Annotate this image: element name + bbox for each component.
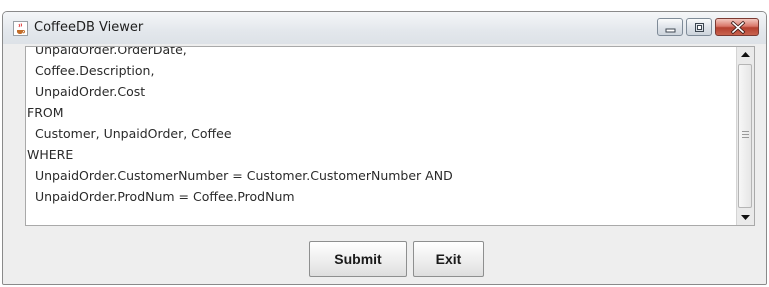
java-cup-icon: [13, 21, 28, 36]
content-pane: UnpaidOrder.OrderDate, Coffee.Descriptio…: [3, 44, 766, 284]
query-line: FROM: [27, 105, 64, 120]
minimize-icon: [665, 28, 676, 33]
vertical-scrollbar[interactable]: [736, 47, 754, 225]
arrow-down-icon[interactable]: [737, 209, 754, 225]
exit-button[interactable]: Exit: [413, 241, 484, 277]
query-text: UnpaidOrder.OrderDate, Coffee.Descriptio…: [27, 46, 453, 207]
scrollbar-thumb[interactable]: [738, 64, 752, 208]
arrow-up-icon[interactable]: [737, 47, 754, 63]
query-line: UnpaidOrder.Cost: [27, 84, 146, 99]
query-line: Coffee.Description,: [27, 63, 155, 78]
query-line: Customer, UnpaidOrder, Coffee: [27, 126, 232, 141]
grip-icon: [742, 131, 749, 140]
title-bar[interactable]: CoffeeDB Viewer: [3, 12, 766, 44]
minimize-button[interactable]: [657, 18, 683, 36]
query-text-area[interactable]: UnpaidOrder.OrderDate, Coffee.Descriptio…: [25, 46, 755, 226]
close-button[interactable]: [715, 18, 759, 36]
query-line: UnpaidOrder.CustomerNumber = Customer.Cu…: [27, 168, 453, 183]
app-window: CoffeeDB Viewer UnpaidOrder.OrderDate, C…: [2, 11, 767, 285]
close-icon: [730, 20, 746, 35]
query-line: WHERE: [27, 147, 74, 162]
query-line: UnpaidOrder.ProdNum = Coffee.ProdNum: [27, 189, 295, 204]
maximize-button[interactable]: [686, 18, 712, 36]
window-title: CoffeeDB Viewer: [34, 20, 144, 35]
query-line: UnpaidOrder.OrderDate,: [27, 46, 187, 57]
maximize-icon: [695, 23, 704, 32]
submit-button[interactable]: Submit: [309, 241, 407, 277]
